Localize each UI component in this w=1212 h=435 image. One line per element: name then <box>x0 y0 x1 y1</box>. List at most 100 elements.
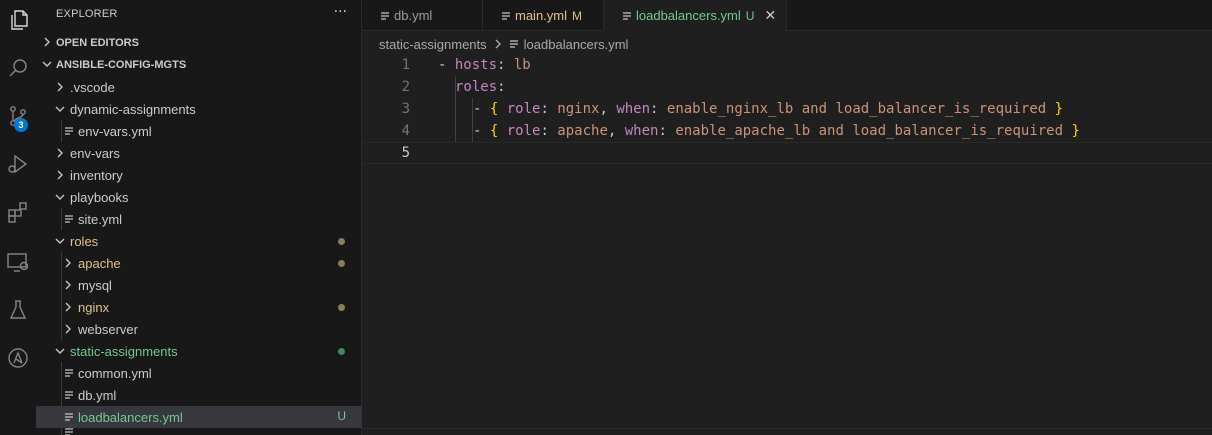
tab-db-yml[interactable]: db.yml <box>362 0 483 31</box>
close-icon[interactable]: ✕ <box>764 7 776 24</box>
untracked-badge: U <box>337 409 346 423</box>
tree-item-label: env-vars <box>70 145 120 161</box>
tree-item-label: db.yml <box>78 387 117 403</box>
untracked-dot <box>338 348 345 355</box>
untracked-flag: U <box>745 8 755 23</box>
tree-item-label: roles <box>70 233 99 249</box>
tab-loadbalancers-yml[interactable]: loadbalancers.yml U ✕ <box>604 0 787 32</box>
line-number: 1 <box>401 57 410 73</box>
file-lines-icon <box>64 214 78 224</box>
files-icon[interactable] <box>0 2 36 38</box>
code-text: - { role: nginx, when: enable_nginx_lb a… <box>473 101 1064 117</box>
breadcrumb: static-assignments loadbalancers.yml <box>379 35 628 53</box>
tree-folder-vscode[interactable]: .vscode <box>36 76 362 98</box>
more-actions-icon[interactable]: ··· <box>334 4 347 20</box>
code-text: - hosts: lb <box>438 57 531 73</box>
chevron-right-icon <box>60 324 76 334</box>
breadcrumb-file[interactable]: loadbalancers.yml <box>524 37 629 52</box>
chevron-down-icon <box>52 104 68 114</box>
source-control-badge: 3 <box>14 118 28 132</box>
tree-file-common-yml[interactable]: common.yml <box>36 362 362 384</box>
tree-item-label: .vscode <box>70 79 115 95</box>
chevron-right-icon <box>60 302 76 312</box>
tree-item-label: inventory <box>70 167 123 183</box>
chevron-down-icon <box>52 346 68 356</box>
project-section[interactable]: ANSIBLE-CONFIG-MGTS <box>36 54 362 76</box>
tree-folder-dynamic-assignments[interactable]: dynamic-assignments <box>36 98 362 120</box>
code-text: roles: <box>455 79 506 95</box>
tree-folder-nginx[interactable]: nginx <box>36 296 362 318</box>
tree-folder-apache[interactable]: apache <box>36 252 362 274</box>
tree-item-label: playbooks <box>70 189 129 205</box>
file-lines-icon <box>622 11 636 21</box>
source-control-icon[interactable]: 3 <box>0 98 36 134</box>
tab-label: main.yml <box>515 8 568 23</box>
tree-item-label: env-vars.yml <box>78 123 152 139</box>
file-lines-icon <box>64 412 78 422</box>
tree-file-env-vars-yml[interactable]: env-vars.yml <box>36 120 362 142</box>
chevron-right-icon <box>52 82 68 92</box>
breadcrumb-folder[interactable]: static-assignments <box>379 37 487 52</box>
line-number: 4 <box>401 123 410 139</box>
modified-flag: M <box>572 8 583 23</box>
chevron-right-icon <box>60 280 76 290</box>
open-editors-label: OPEN EDITORS <box>56 37 139 49</box>
tab-main-yml[interactable]: main.yml M <box>483 0 604 31</box>
tree-folder-inventory[interactable]: inventory <box>36 164 362 186</box>
code-text: - { role: apache, when: enable_apache_lb… <box>473 123 1080 139</box>
tree-folder-webserver[interactable]: webserver <box>36 318 362 340</box>
project-label: ANSIBLE-CONFIG-MGTS <box>56 59 187 71</box>
tree-file-loadbalancers-yml[interactable]: loadbalancers.yml U <box>36 406 362 428</box>
code-line[interactable]: 1 - hosts: lb <box>362 54 1212 76</box>
tree-item-label: dynamic-assignments <box>70 101 196 117</box>
ansible-icon[interactable] <box>0 340 36 376</box>
chevron-right-icon <box>36 37 56 50</box>
tab-label: db.yml <box>394 8 433 23</box>
modified-dot <box>338 238 345 245</box>
file-lines-icon <box>509 37 524 52</box>
testing-icon[interactable] <box>0 292 36 328</box>
explorer-title: EXPLORER <box>56 8 118 20</box>
tree-item-label: site.yml <box>78 211 123 227</box>
chevron-down-icon <box>52 192 68 202</box>
file-lines-icon <box>64 368 78 378</box>
code-line-current[interactable]: 5 <box>362 142 1212 164</box>
tree-folder-env-vars[interactable]: env-vars <box>36 142 362 164</box>
code-editor[interactable]: 1 - hosts: lb 2 roles: 3 - { role: nginx… <box>362 54 1212 428</box>
tree-item-label: mysql <box>78 277 112 293</box>
file-lines-icon <box>64 428 78 435</box>
code-line[interactable]: 4 - { role: apache, when: enable_apache_… <box>362 120 1212 142</box>
file-lines-icon <box>501 11 515 21</box>
run-debug-icon[interactable] <box>0 146 36 182</box>
tree-item-label: loadbalancers.yml <box>78 409 183 425</box>
tree-folder-static-assignments[interactable]: static-assignments <box>36 340 362 362</box>
line-number: 2 <box>401 79 410 95</box>
file-lines-icon <box>64 390 78 400</box>
remote-explorer-icon[interactable] <box>0 244 36 280</box>
chevron-down-icon <box>52 236 68 246</box>
editor-tabs: db.yml main.yml M loadbalancers.yml U ✕ <box>362 0 1212 32</box>
chevron-right-icon <box>487 37 509 52</box>
tree-file-site-yml[interactable]: site.yml <box>36 208 362 230</box>
horizontal-scrollbar[interactable] <box>362 428 1212 435</box>
file-lines-icon <box>64 126 78 136</box>
tree-item-label: apache <box>78 255 121 271</box>
line-number: 5 <box>401 145 410 161</box>
tree-folder-playbooks[interactable]: playbooks <box>36 186 362 208</box>
code-line[interactable]: 2 roles: <box>362 76 1212 98</box>
modified-dot <box>338 260 345 267</box>
line-number: 3 <box>401 101 410 117</box>
tree-folder-mysql[interactable]: mysql <box>36 274 362 296</box>
tree-file-db-yml[interactable]: db.yml <box>36 384 362 406</box>
extensions-icon[interactable] <box>0 194 36 230</box>
file-lines-icon <box>380 11 394 21</box>
tree-item-label: common.yml <box>78 365 152 381</box>
tree-item-label: static-assignments <box>70 343 178 359</box>
explorer-sidebar: EXPLORER ··· OPEN EDITORS ANSIBLE-CONFIG… <box>36 0 362 435</box>
search-icon[interactable] <box>0 50 36 86</box>
tab-label: loadbalancers.yml <box>636 8 741 23</box>
activity-bar: 3 <box>0 0 36 435</box>
code-line[interactable]: 3 - { role: nginx, when: enable_nginx_lb… <box>362 98 1212 120</box>
open-editors-section[interactable]: OPEN EDITORS <box>36 32 362 54</box>
tree-folder-roles[interactable]: roles <box>36 230 362 252</box>
